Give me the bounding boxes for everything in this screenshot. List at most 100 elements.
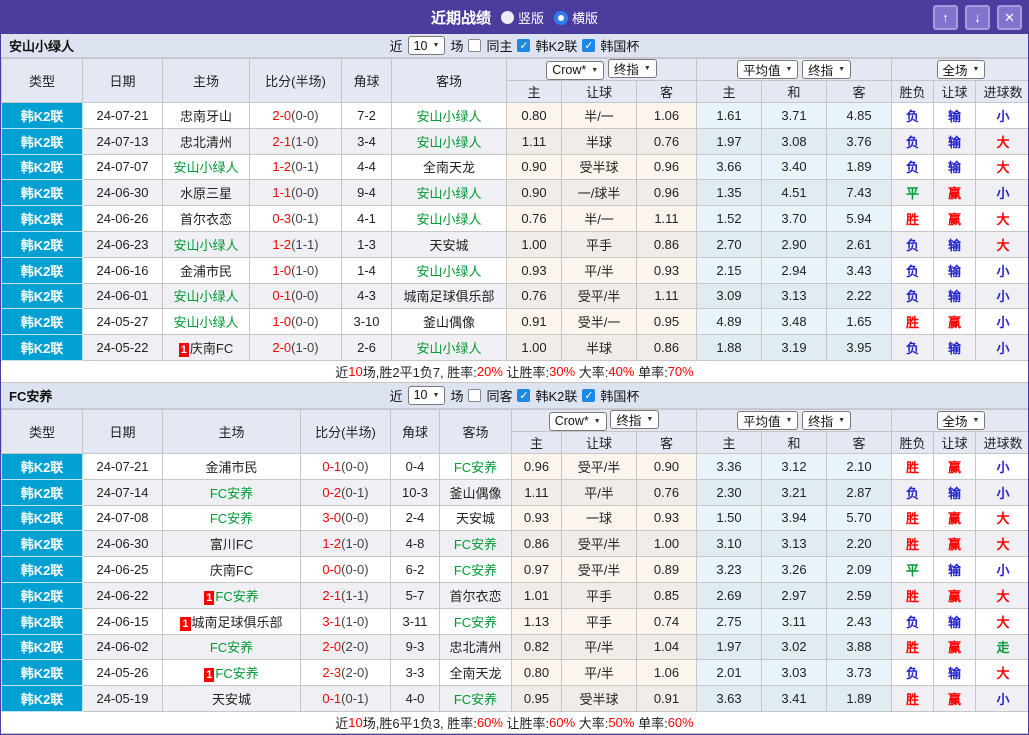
away-odds: 0.85 <box>653 587 680 603</box>
away-odds: 0.86 <box>653 236 680 252</box>
bookmaker-select[interactable]: Crow* ▼ <box>546 60 605 80</box>
handicap-result: 赢 <box>947 537 961 553</box>
corner-cell: 3-11 <box>390 607 440 635</box>
odds-away-cell: 0.85 <box>636 581 697 609</box>
away-team-name: 首尔衣恋 <box>449 588 502 604</box>
away-team-name: FC安养 <box>453 614 498 630</box>
league-cell: 韩K2联 <box>1 581 83 609</box>
handicap-result-cell: 赢 <box>933 581 976 609</box>
radio-selected-icon[interactable] <box>554 10 568 25</box>
handicap-result: 赢 <box>947 212 961 228</box>
avg-away-cell: 2.20 <box>826 530 892 558</box>
match-result: 负 <box>905 289 919 305</box>
handicap-cell: 平手 <box>561 230 637 258</box>
recent-count-select[interactable]: 10 ▼ <box>407 385 446 405</box>
handicap-result-cell: 赢 <box>933 530 976 558</box>
goals-cell: 小 <box>974 556 1028 583</box>
avg-draw-cell: 3.13 <box>761 282 827 310</box>
fulltime-select[interactable]: 全场 ▼ <box>936 60 986 79</box>
corner-cell: 4-1 <box>341 205 392 232</box>
same-away-checkbox[interactable] <box>468 388 482 402</box>
handicap-cell: 半球 <box>561 127 637 155</box>
korea-cup-checkbox[interactable]: ✓ <box>582 39 596 52</box>
home-team-cell: 安山小绿人 <box>162 282 250 310</box>
handicap-result: 赢 <box>947 511 961 527</box>
avg-away-cell: 2.87 <box>826 478 892 506</box>
avg-away-cell: 7.43 <box>826 179 892 207</box>
chevron-down-icon: ▼ <box>643 65 651 73</box>
match-row: 韩K2联 24-06-25 庆南FC 0-0(0-0) 6-2 FC安养 0.97 受平/半 0… <box>1 556 1028 583</box>
avg-away-odds: 2.09 <box>846 562 872 578</box>
fulltime-score: 0-1 <box>322 691 342 707</box>
result-cell: 负 <box>891 659 934 687</box>
k2-league-checkbox[interactable]: ✓ <box>517 39 531 52</box>
same-home-checkbox[interactable] <box>468 39 482 52</box>
avg-home-odds: 2.30 <box>716 484 742 500</box>
odds-stage-select[interactable]: 终指 ▼ <box>610 410 660 430</box>
close-button[interactable]: ✕ <box>997 5 1022 30</box>
korea-cup-checkbox[interactable]: ✓ <box>582 388 596 402</box>
league-label: 韩K2联 <box>20 341 64 357</box>
avg-draw-cell: 3.71 <box>761 102 827 129</box>
handicap-result-cell: 赢 <box>933 504 976 532</box>
fulltime-score: 1-0 <box>272 314 292 330</box>
layout-horizontal-option[interactable]: 横版 <box>554 8 598 27</box>
avg-draw-odds: 3.03 <box>781 665 807 681</box>
odds-away-cell: 1.00 <box>636 530 697 558</box>
chevron-down-icon: ▼ <box>838 416 846 424</box>
page-title: 近期战绩 <box>430 10 491 27</box>
average-select-group: 平均值 ▼ 终指 ▼ <box>696 408 892 432</box>
layout-vertical-option[interactable]: 竖版 <box>500 8 544 27</box>
away-team-name: 全南天龙 <box>422 160 475 176</box>
move-down-button[interactable]: ↓ <box>965 5 990 30</box>
avg-draw-odds: 3.11 <box>781 613 807 629</box>
handicap-line: 一球 <box>585 511 612 527</box>
date-cell: 24-06-30 <box>82 530 163 558</box>
league-cell: 韩K2联 <box>1 334 83 361</box>
away-team-name: 釜山偶像 <box>422 315 475 331</box>
average-select[interactable]: 平均值 ▼ <box>736 60 799 79</box>
avg-away-cell: 5.70 <box>826 504 892 532</box>
avg-away-odds: 2.87 <box>846 484 872 500</box>
score-cell: 3-0(0-0) <box>300 504 391 532</box>
average-select[interactable]: 平均值 ▼ <box>736 410 799 430</box>
away-team-cell: FC安养 <box>439 530 512 558</box>
odds-away-cell: 0.89 <box>636 556 697 583</box>
match-row: 韩K2联 24-06-02 FC安养 2-0(2-0) 9-3 忠北清州 0.82 平/半 1.… <box>1 633 1028 661</box>
home-odds: 0.80 <box>523 665 550 681</box>
avg-draw-odds: 3.12 <box>781 458 807 474</box>
away-team-cell: 安山小绿人 <box>391 334 507 361</box>
fulltime-select[interactable]: 全场 ▼ <box>936 410 986 430</box>
score-cell: 2-1(1-0) <box>249 127 342 155</box>
avg-away-cell: 3.88 <box>826 633 892 661</box>
result-cell: 胜 <box>891 685 934 712</box>
handicap-result-cell: 输 <box>933 659 976 687</box>
score-cell: 0-0(0-0) <box>300 556 391 583</box>
col-avg-home: 主 <box>696 80 762 103</box>
handicap-line: 受半球 <box>579 692 619 708</box>
move-up-button[interactable]: ↑ <box>933 5 958 30</box>
corner-cell: 0-4 <box>390 452 440 480</box>
odds-stage-select[interactable]: 终指 ▼ <box>607 59 657 79</box>
handicap-cell: 受半球 <box>561 153 637 181</box>
avg-stage-select[interactable]: 终指 ▼ <box>802 410 852 430</box>
bookmaker-select[interactable]: Crow* ▼ <box>548 411 607 431</box>
vertical-option-label: 竖版 <box>517 11 544 26</box>
col-corner: 角球 <box>341 58 392 103</box>
radio-unselected-icon[interactable] <box>500 11 514 24</box>
corner-cell: 4-0 <box>390 685 440 712</box>
k2-league-checkbox[interactable]: ✓ <box>517 388 531 402</box>
halftime-score: (1-1) <box>291 236 319 252</box>
goals-cell: 大 <box>974 581 1028 609</box>
away-team-cell: 釜山偶像 <box>391 308 507 336</box>
corner-cell: 2-6 <box>341 334 392 361</box>
fulltime-score: 1-1 <box>272 185 292 201</box>
handicap-result-cell: 输 <box>933 282 976 310</box>
league-label: 韩K2联 <box>20 289 64 305</box>
match-row: 韩K2联 24-06-22 1 FC安养 2-1(1-1) 5-7 首尔衣恋 1.01 平手 0.… <box>1 581 1028 609</box>
recent-count-select[interactable]: 10 ▼ <box>407 36 446 55</box>
league-label: 韩K2联 <box>20 640 64 656</box>
goals-cell: 小 <box>974 179 1028 207</box>
avg-stage-select[interactable]: 终指 ▼ <box>802 60 852 79</box>
corner-cell: 2-4 <box>390 504 440 532</box>
